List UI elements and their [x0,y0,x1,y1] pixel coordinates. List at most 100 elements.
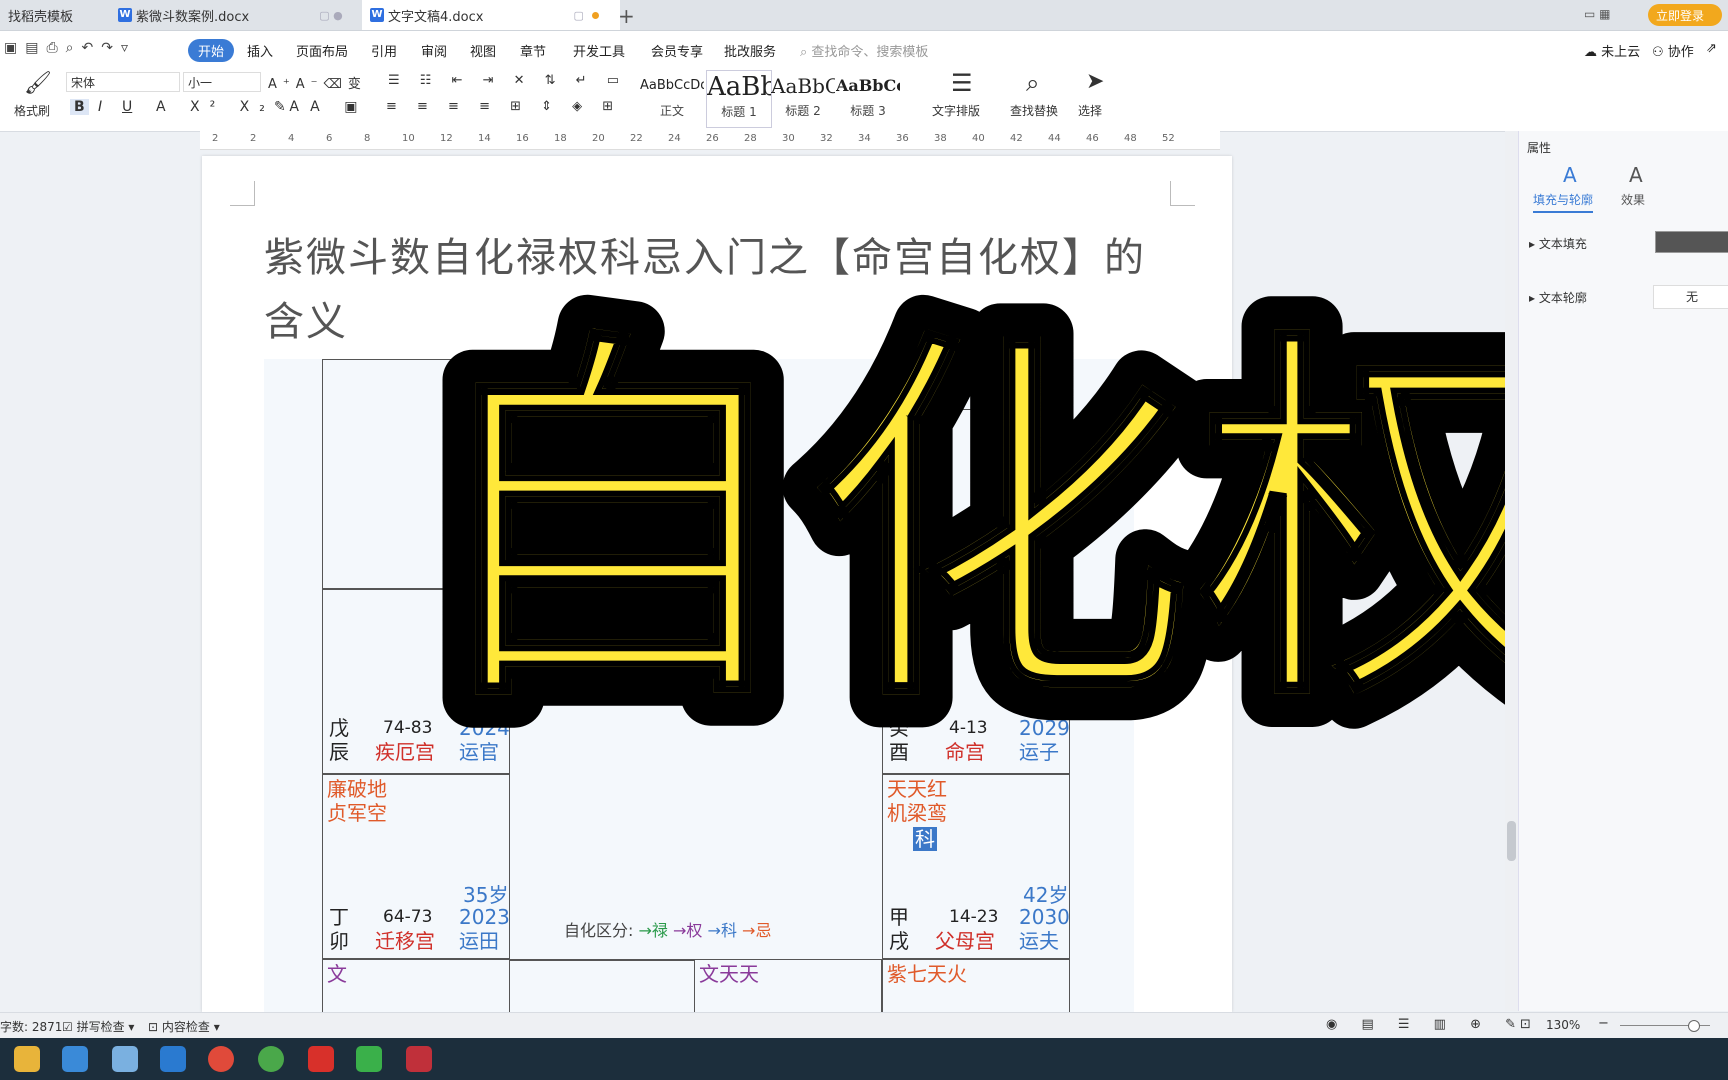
menu-view[interactable]: 视图 [470,41,496,60]
text-fill-label[interactable]: ▸ 文本填充 [1529,235,1587,252]
style-heading3[interactable]: AaBbCcI 标题 3 [836,70,900,126]
ruler-tick: 26 [706,133,719,144]
ke-badge: 科 [913,827,937,851]
ruler-tick: 48 [1124,133,1137,144]
menu-start[interactable]: 开始 [188,39,235,62]
format-painter-icon[interactable]: 🖌 [24,71,52,96]
browser-icon[interactable] [208,1046,234,1072]
ruler-tick: 44 [1048,133,1061,144]
select-cursor-icon[interactable]: ➤ [1086,69,1104,94]
panel-header[interactable]: 属性 [1527,139,1551,156]
zoom-out-icon[interactable]: − [1598,1016,1609,1031]
effect-icon[interactable]: A [1629,163,1643,187]
menu-insert[interactable]: 插入 [247,41,273,60]
font-size-select[interactable]: 小一 [183,72,261,92]
zoom-slider-handle[interactable] [1688,1020,1700,1032]
chart-cell: 紫七天火 [882,959,1070,1012]
tab-fill-outline[interactable]: 填充与轮廓 [1533,191,1594,213]
bold-icon[interactable]: B [70,99,89,115]
login-button[interactable]: 立即登录 [1648,4,1722,26]
view-mode-icons[interactable]: ◉ ▤ ☰ ▥ ⊕ ✎ [1326,1017,1526,1032]
text-layout-label[interactable]: 文字排版 [932,102,980,119]
share-icon[interactable]: ⇗ [1706,41,1717,56]
find-replace-label[interactable]: 查找替换 [1010,102,1058,119]
menu-member[interactable]: 会员专享 [651,41,703,60]
ruler-tick: 36 [896,133,909,144]
style-sample: AaBbCcI [836,76,900,95]
tab-label: 找稻壳模板 [8,9,74,25]
vertical-scrollbar[interactable] [1505,131,1518,1011]
style-name: 正文 [659,104,684,118]
spell-check-button[interactable]: ☑ 拼写检查 ▾ [62,1018,134,1035]
style-sample: AaBbCcDd [640,78,704,93]
fit-page-icon[interactable]: ⊡ [1520,1017,1531,1032]
zoom-level[interactable]: 130% [1546,1018,1580,1032]
ruler-tick: 4 [288,133,295,144]
style-heading2[interactable]: AaBbC 标题 2 [771,70,835,126]
italic-icon[interactable]: I [98,99,102,115]
cell-stars: 文天天 [699,962,759,986]
chrome-icon[interactable] [258,1046,284,1072]
command-search[interactable]: ⌕ 查找命令、搜索模板 [800,41,928,60]
quick-access-icons[interactable]: ▣▤⎙⌕↶↷▿ [4,40,136,56]
format-painter-label[interactable]: 格式刷 [14,102,50,119]
tab-effect[interactable]: 效果 [1621,191,1645,208]
add-tab-button[interactable]: + [618,4,635,28]
word-count[interactable]: 字数: 2871 [0,1018,62,1035]
menu-correction[interactable]: 批改服务 [724,41,776,60]
spell-check-label: 拼写检查 [76,1020,125,1034]
chart-legend: 自化区分: →禄 →权 →科 →忌 [564,921,772,940]
wps-icon[interactable] [308,1046,334,1072]
taskbar [0,1038,1728,1080]
tab-case-doc[interactable]: W 紫微斗数案例.docx ▢ ● [110,0,368,30]
store-icon[interactable] [62,1046,88,1072]
tab-templates[interactable]: 找稻壳模板 [0,0,118,30]
notes-icon[interactable] [112,1046,138,1072]
menu-developer[interactable]: 开发工具 [573,41,625,60]
underline-icon[interactable]: U [122,99,132,115]
horizontal-ruler[interactable]: 2 2 4 6 8 10 12 14 16 18 20 22 24 26 28 30 32 34 36 38 40 42 4… [200,131,1220,150]
cell-stars: 文 [327,962,347,986]
text-outline-select[interactable]: 无 [1653,285,1728,309]
wechat-icon[interactable] [356,1046,382,1072]
overlay-title-text: 自化权 [415,298,1585,750]
cloud-label: 未上云 [1601,45,1641,60]
cell-branch: 戌 [889,929,909,953]
window-layout-icon[interactable]: ▭ ▦ [1584,7,1611,21]
select-label[interactable]: 选择 [1078,102,1102,119]
cell-palace: 父母宫 [935,929,995,953]
fill-outline-icon[interactable]: A [1563,163,1577,187]
recorder-icon[interactable] [406,1046,432,1072]
menu-references[interactable]: 引用 [371,41,397,60]
collab-button[interactable]: ⚇ 协作 [1652,41,1694,60]
legend-ji: 忌 [755,921,772,940]
text-outline-label[interactable]: ▸ 文本轮廓 [1529,289,1587,306]
style-name: 标题 2 [785,104,821,118]
text-layout-icon[interactable]: ☰ [951,69,973,97]
search-icon: ⌕ [800,45,808,60]
find-replace-icon[interactable]: ⌕ [1026,69,1039,97]
ruler-tick: 8 [364,133,371,144]
menu-chapter[interactable]: 章节 [520,41,546,60]
style-normal[interactable]: AaBbCcDd 正文 [640,70,704,126]
tab-close-icon[interactable]: ▢ ● [319,9,343,22]
list-indent-icons[interactable]: ☰ ☷ ⇤ ⇥ ✕ ⇅ ↵ ▭ [388,73,627,88]
style-sample: AaBb [707,72,771,102]
legend-label: 自化区分: [564,921,634,940]
highlight-color-icons[interactable]: ✎ A ▣ [274,99,367,115]
menu-review[interactable]: 审阅 [421,41,447,60]
mail-icon[interactable] [160,1046,186,1072]
cloud-status[interactable]: ☁ 未上云 [1584,41,1640,60]
style-heading1[interactable]: AaBb 标题 1 [706,70,772,128]
menu-layout[interactable]: 页面布局 [296,41,348,60]
text-fill-swatch[interactable] [1655,231,1728,253]
alignment-icons[interactable]: ≡ ≡ ≡ ≡ ⊞ ⇕ ◈ ⊞ [386,99,621,114]
tab-float-icon[interactable]: ▢ [573,9,583,22]
tab-label: 紫微斗数案例.docx [136,9,250,25]
font-name-select[interactable]: 宋体 [66,72,180,92]
scroll-thumb[interactable] [1507,821,1516,861]
font-size-adjust-icons[interactable]: A⁺A⁻⌫变 [268,73,367,92]
tab-active-doc[interactable]: W 文字文稿4.docx ▢ [362,0,620,30]
content-check-button[interactable]: ⊡ 内容检查 ▾ [148,1018,220,1035]
file-explorer-icon[interactable] [14,1046,40,1072]
